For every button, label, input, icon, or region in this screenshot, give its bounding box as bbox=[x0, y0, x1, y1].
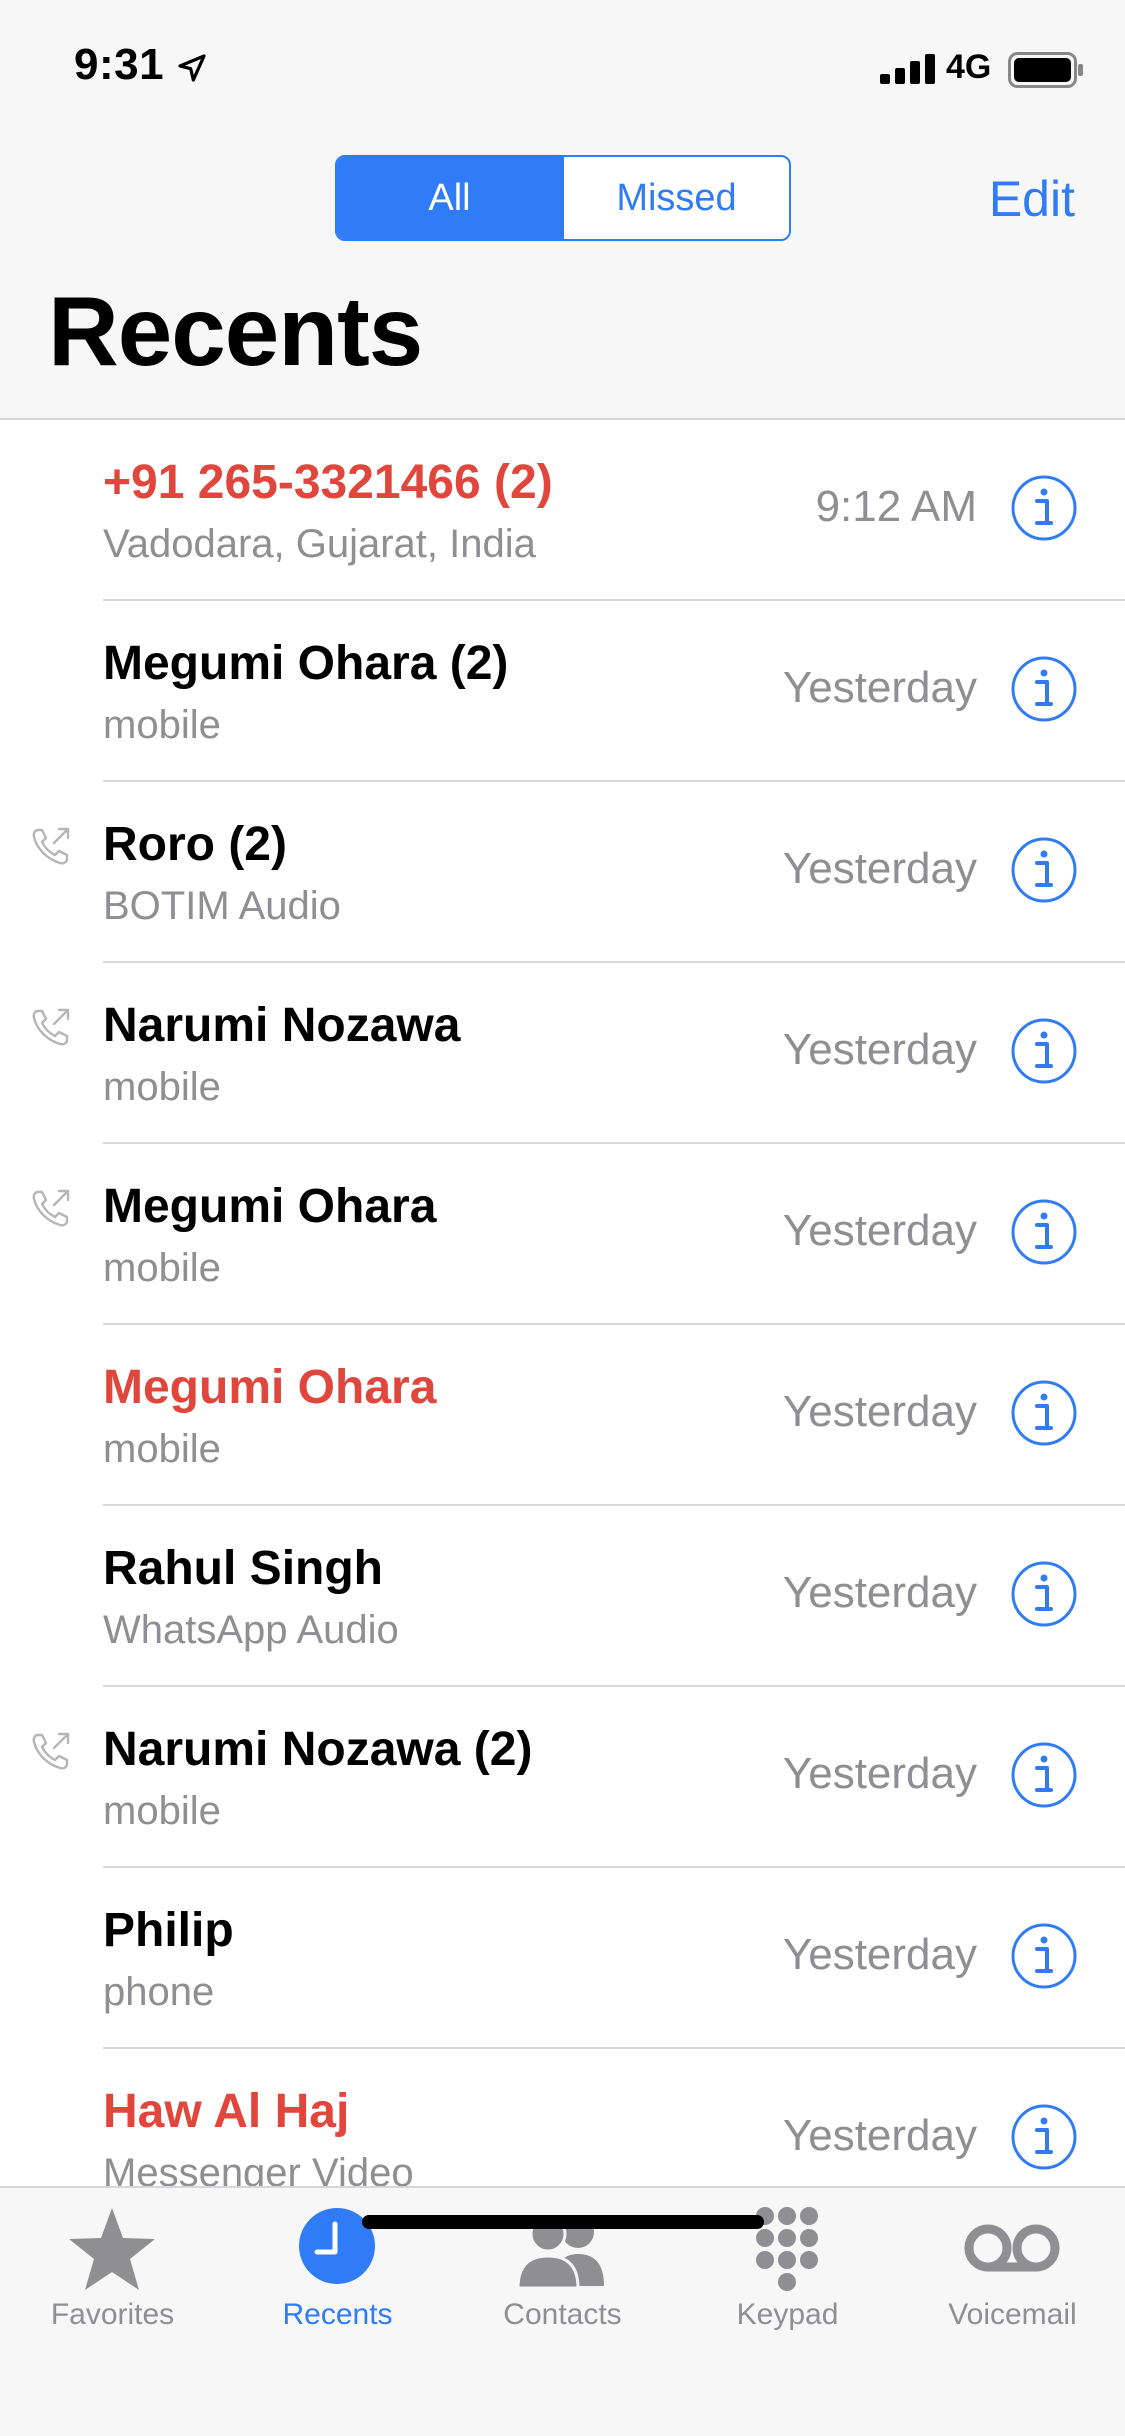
tab-recents[interactable]: Recents bbox=[225, 2188, 450, 2348]
contact-name: Roro (2) bbox=[103, 818, 287, 871]
segment-missed[interactable]: Missed bbox=[562, 157, 789, 239]
info-icon[interactable] bbox=[1010, 1560, 1078, 1628]
call-type-label: mobile bbox=[103, 1427, 221, 1471]
home-indicator bbox=[362, 2215, 764, 2229]
tab-keypad[interactable]: Keypad bbox=[675, 2188, 900, 2348]
call-row[interactable]: +91 265-3321466 (2) Vadodara, Gujarat, In… bbox=[0, 420, 1125, 601]
segment-all[interactable]: All bbox=[337, 157, 562, 239]
info-icon[interactable] bbox=[1010, 655, 1078, 723]
outgoing-call-icon bbox=[32, 1008, 70, 1046]
location-arrow-icon bbox=[178, 54, 206, 82]
call-time: Yesterday bbox=[782, 663, 977, 712]
info-icon[interactable] bbox=[1010, 1922, 1078, 1990]
contact-name: Megumi Ohara bbox=[103, 1180, 437, 1233]
call-type-label: mobile bbox=[103, 1246, 221, 1290]
call-row[interactable]: Roro (2) BOTIM Audio Yesterday bbox=[0, 782, 1125, 963]
info-icon[interactable] bbox=[1010, 1017, 1078, 1085]
call-filter-segmented-control: All Missed bbox=[335, 155, 791, 241]
call-type-label: mobile bbox=[103, 703, 221, 747]
outgoing-call-icon bbox=[32, 827, 70, 865]
call-row[interactable]: Philip phone Yesterday bbox=[0, 1868, 1125, 2049]
tab-favorites[interactable]: Favorites bbox=[0, 2188, 225, 2348]
network-type-label: 4G bbox=[946, 48, 992, 86]
call-time: Yesterday bbox=[782, 844, 977, 893]
call-type-label: Vadodara, Gujarat, India bbox=[103, 522, 536, 566]
info-icon[interactable] bbox=[1010, 2103, 1078, 2171]
call-time: Yesterday bbox=[782, 1930, 977, 1979]
battery-icon bbox=[1008, 52, 1083, 88]
header: 9:31 4G All Missed Edit Recents bbox=[0, 0, 1125, 420]
call-row[interactable]: Haw Al Haj Messenger Video Yesterday bbox=[0, 2049, 1125, 2186]
contact-name: Philip bbox=[103, 1904, 234, 1957]
contact-name: +91 265-3321466 (2) bbox=[103, 456, 553, 509]
call-type-label: WhatsApp Audio bbox=[103, 1608, 399, 1652]
info-icon[interactable] bbox=[1010, 1198, 1078, 1266]
call-row[interactable]: Rahul Singh WhatsApp Audio Yesterday bbox=[0, 1506, 1125, 1687]
contact-name: Rahul Singh bbox=[103, 1542, 383, 1595]
tab-label: Keypad bbox=[736, 2298, 839, 2331]
outgoing-call-icon bbox=[32, 1732, 70, 1770]
call-type-label: mobile bbox=[103, 1789, 221, 1833]
phone-recents-screen: 9:31 4G All Missed Edit Recents +91 265-… bbox=[0, 0, 1125, 2436]
info-icon[interactable] bbox=[1010, 1379, 1078, 1447]
tab-label: Favorites bbox=[50, 2298, 175, 2331]
call-type-label: mobile bbox=[103, 1065, 221, 1109]
tab-contacts[interactable]: Contacts bbox=[450, 2188, 675, 2348]
contact-name: Narumi Nozawa bbox=[103, 999, 461, 1052]
call-time: 9:12 AM bbox=[815, 482, 977, 531]
tab-label: Contacts bbox=[503, 2298, 622, 2331]
call-time: Yesterday bbox=[782, 1025, 977, 1074]
call-row[interactable]: Megumi Ohara mobile Yesterday bbox=[0, 1325, 1125, 1506]
cellular-signal-icon bbox=[880, 54, 935, 84]
edit-button[interactable]: Edit bbox=[989, 170, 1075, 228]
contact-name: Narumi Nozawa (2) bbox=[103, 1723, 533, 1776]
call-row[interactable]: Narumi Nozawa (2) mobile Yesterday bbox=[0, 1687, 1125, 1868]
outgoing-call-icon bbox=[32, 1189, 70, 1227]
tab-label: Voicemail bbox=[948, 2298, 1077, 2331]
status-time: 9:31 bbox=[74, 40, 165, 89]
call-time: Yesterday bbox=[782, 1749, 977, 1798]
call-row[interactable]: Megumi Ohara mobile Yesterday bbox=[0, 1144, 1125, 1325]
call-time: Yesterday bbox=[782, 1387, 977, 1436]
voicemail-icon bbox=[964, 2224, 1060, 2272]
call-time: Yesterday bbox=[782, 1206, 977, 1255]
page-title: Recents bbox=[48, 276, 423, 386]
call-type-label: BOTIM Audio bbox=[103, 884, 341, 928]
star-icon bbox=[69, 2208, 155, 2290]
contact-name: Megumi Ohara bbox=[103, 1361, 437, 1414]
info-icon[interactable] bbox=[1010, 1741, 1078, 1809]
recents-list[interactable]: +91 265-3321466 (2) Vadodara, Gujarat, In… bbox=[0, 420, 1125, 2186]
call-time: Yesterday bbox=[782, 1568, 977, 1617]
tab-label: Recents bbox=[282, 2298, 393, 2331]
call-row[interactable]: Narumi Nozawa mobile Yesterday bbox=[0, 963, 1125, 1144]
info-icon[interactable] bbox=[1010, 474, 1078, 542]
call-type-label: Messenger Video bbox=[103, 2151, 414, 2186]
call-time: Yesterday bbox=[782, 2111, 977, 2160]
tab-voicemail[interactable]: Voicemail bbox=[900, 2188, 1125, 2348]
contact-name: Haw Al Haj bbox=[103, 2085, 350, 2138]
call-type-label: phone bbox=[103, 1970, 215, 2014]
contact-name: Megumi Ohara (2) bbox=[103, 637, 509, 690]
info-icon[interactable] bbox=[1010, 836, 1078, 904]
call-row[interactable]: Megumi Ohara (2) mobile Yesterday bbox=[0, 601, 1125, 782]
